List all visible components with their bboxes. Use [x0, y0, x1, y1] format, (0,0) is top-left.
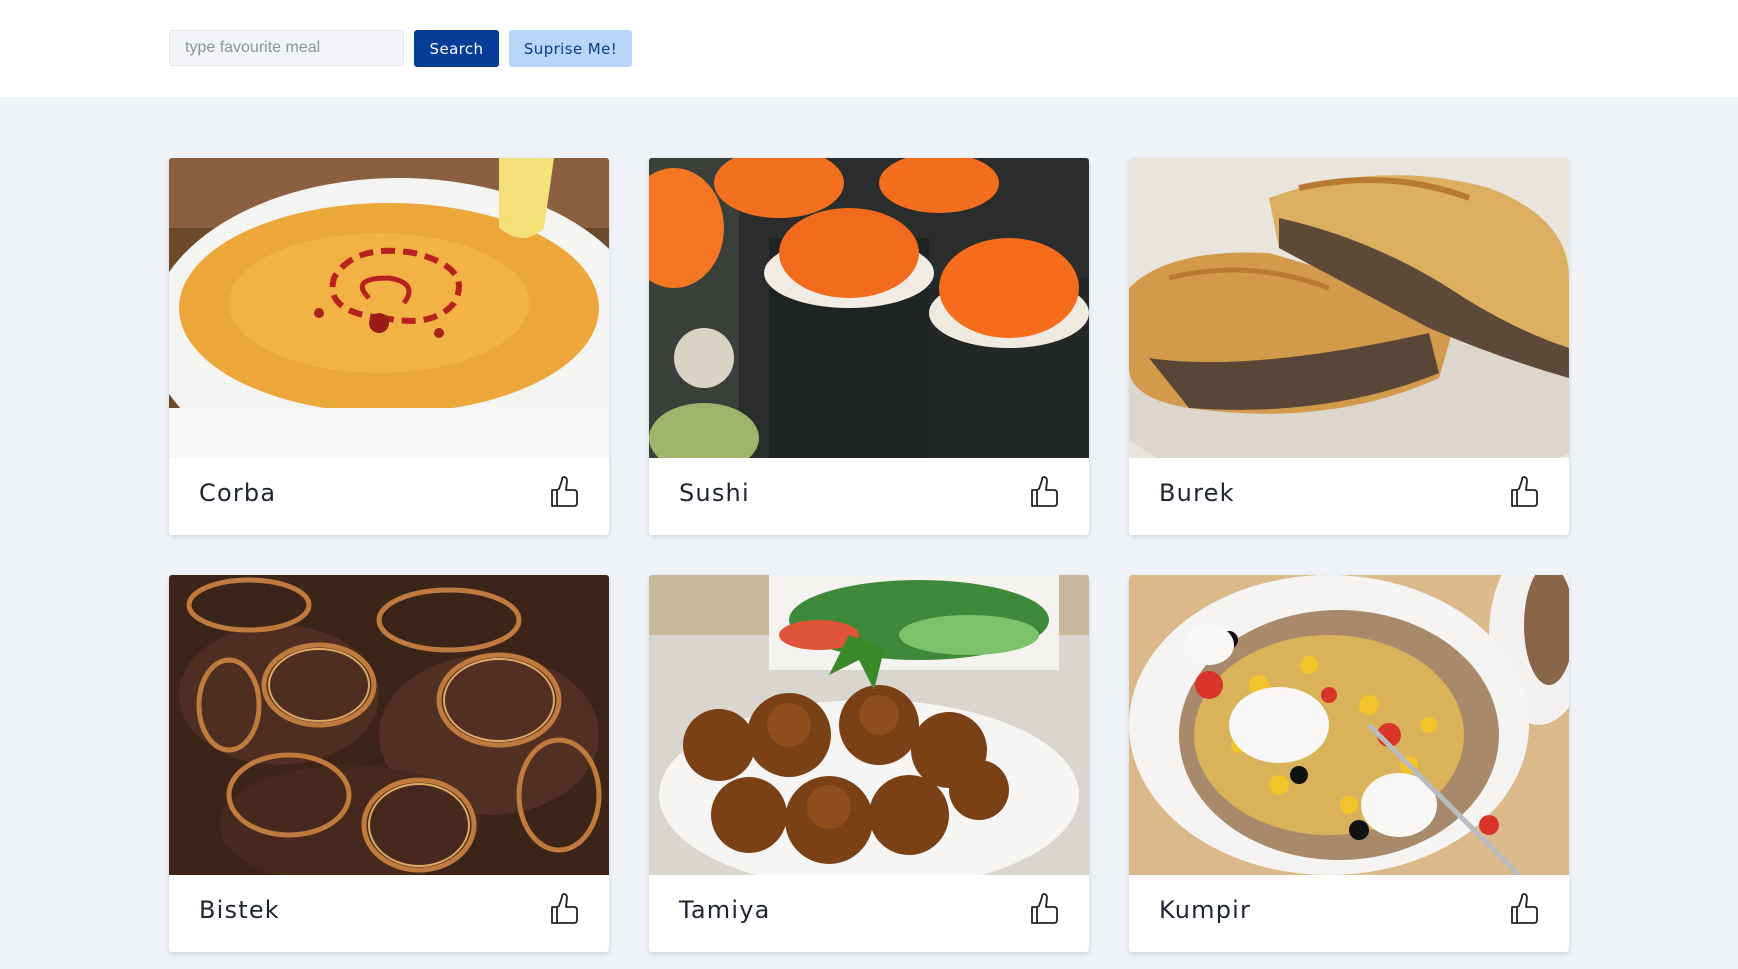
meal-image-kumpir[interactable]	[1129, 575, 1569, 875]
meal-card[interactable]: Sushi	[649, 158, 1089, 535]
meal-name: Sushi	[679, 479, 750, 507]
meal-name: Tamiya	[679, 896, 771, 924]
meal-card[interactable]: Kumpir	[1129, 575, 1569, 952]
thumbs-up-icon[interactable]	[549, 892, 579, 926]
meal-card[interactable]: Burek	[1129, 158, 1569, 535]
thumbs-up-icon[interactable]	[1029, 892, 1059, 926]
meal-name: Burek	[1159, 479, 1235, 507]
meal-name: Kumpir	[1159, 896, 1252, 924]
meal-card[interactable]: Tamiya	[649, 575, 1089, 952]
meal-card[interactable]: Corba	[169, 158, 609, 535]
thumbs-up-icon[interactable]	[1509, 892, 1539, 926]
surprise-me-button[interactable]: Suprise Me!	[509, 30, 632, 67]
top-bar: Search Suprise Me!	[0, 0, 1738, 97]
meal-search-input[interactable]	[169, 30, 404, 66]
meal-image-corba[interactable]	[169, 158, 609, 458]
thumbs-up-icon[interactable]	[1029, 475, 1059, 509]
meal-card[interactable]: Bistek	[169, 575, 609, 952]
meal-image-burek[interactable]	[1129, 158, 1569, 458]
meal-name: Bistek	[199, 896, 280, 924]
meal-image-bistek[interactable]	[169, 575, 609, 875]
meal-name: Corba	[199, 479, 277, 507]
thumbs-up-icon[interactable]	[1509, 475, 1539, 509]
search-button[interactable]: Search	[414, 30, 499, 67]
meal-image-sushi[interactable]	[649, 158, 1089, 458]
thumbs-up-icon[interactable]	[549, 475, 579, 509]
meal-image-tamiya[interactable]	[649, 575, 1089, 875]
